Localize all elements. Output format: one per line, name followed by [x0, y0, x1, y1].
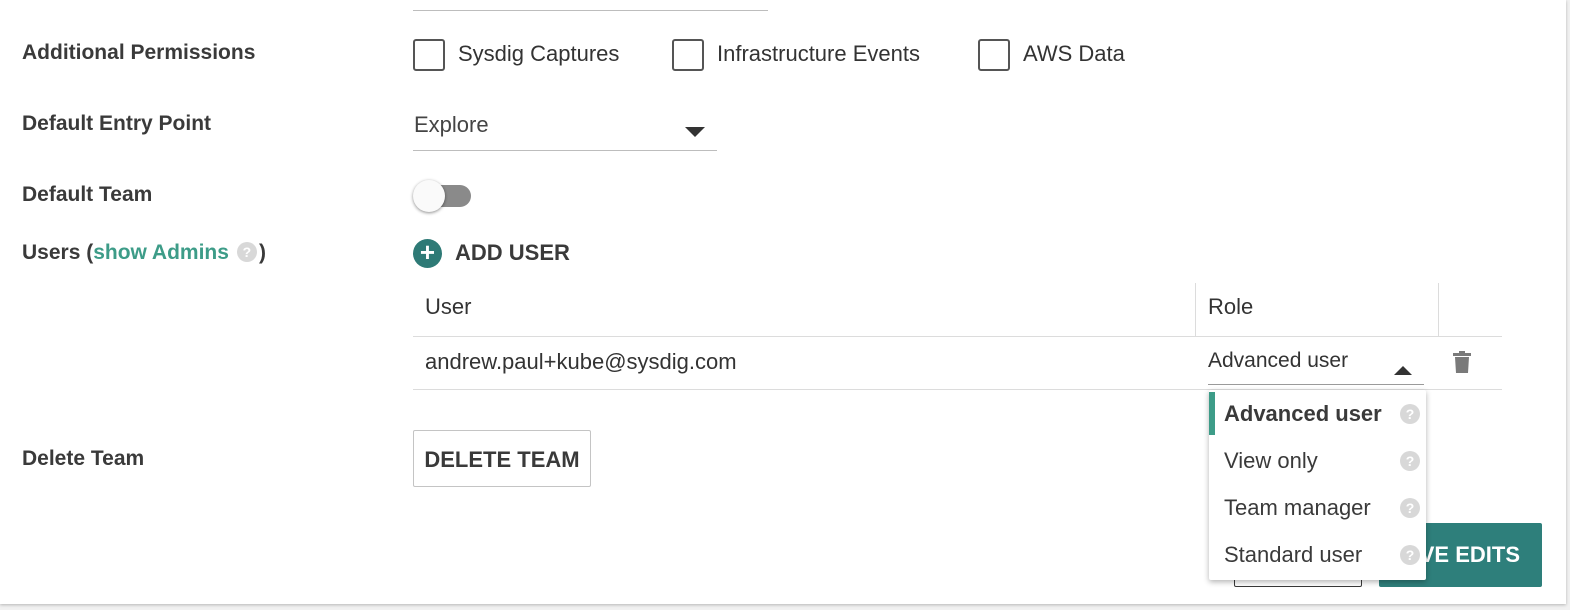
help-icon[interactable]: ?: [1400, 404, 1420, 424]
table-row: andrew.paul+kube@sysdig.com Advanced use…: [413, 337, 1502, 390]
entry-point-select[interactable]: Explore: [413, 105, 717, 151]
role-option-advanced-user[interactable]: Advanced user ?: [1209, 390, 1426, 437]
users-label: Users (show Admins?): [22, 241, 266, 265]
default-team-toggle[interactable]: [413, 180, 473, 212]
delete-team-button[interactable]: DELETE TEAM: [413, 430, 591, 487]
entry-point-value: Explore: [414, 112, 489, 137]
users-label-suffix: ): [258, 241, 266, 264]
user-email: andrew.paul+kube@sysdig.com: [425, 349, 737, 374]
role-column-header: Role: [1208, 294, 1254, 319]
column-divider: [1195, 283, 1196, 336]
plus-circle-icon: +: [413, 238, 442, 268]
help-icon[interactable]: ?: [236, 241, 257, 262]
role-option-label: View only: [1224, 447, 1318, 473]
infrastructure-events-checkbox[interactable]: [672, 39, 704, 71]
role-dropdown-menu: Advanced user ? View only ? Team manager…: [1209, 390, 1426, 580]
role-option-team-manager[interactable]: Team manager ?: [1209, 484, 1426, 531]
users-table-header: User Role: [413, 283, 1502, 337]
role-select-value: Advanced user: [1208, 349, 1349, 372]
help-icon[interactable]: ?: [1400, 545, 1420, 565]
sysdig-captures-label[interactable]: Sysdig Captures: [458, 41, 619, 67]
delete-team-label: Delete Team: [22, 447, 145, 470]
default-team-label: Default Team: [22, 183, 153, 206]
aws-data-label[interactable]: AWS Data: [1023, 41, 1125, 67]
users-label-prefix: Users (: [22, 241, 94, 264]
default-entry-point-label: Default Entry Point: [22, 112, 212, 135]
chevron-up-icon: [1394, 366, 1412, 375]
aws-data-checkbox[interactable]: [978, 39, 1010, 71]
column-divider: [1438, 283, 1439, 336]
show-admins-link[interactable]: show Admins: [93, 241, 229, 264]
toggle-thumb: [413, 180, 445, 212]
infrastructure-events-label[interactable]: Infrastructure Events: [717, 41, 920, 67]
sysdig-captures-checkbox[interactable]: [413, 39, 445, 71]
role-option-view-only[interactable]: View only ?: [1209, 437, 1426, 484]
add-user-button[interactable]: + ADD USER: [413, 238, 570, 268]
chevron-down-icon: [685, 127, 705, 137]
previous-field-underline: [413, 10, 768, 11]
add-user-label: ADD USER: [455, 240, 570, 265]
role-select[interactable]: Advanced user: [1208, 337, 1424, 385]
help-icon[interactable]: ?: [1400, 498, 1420, 518]
role-option-label: Standard user: [1224, 541, 1363, 567]
team-settings-panel: Additional Permissions Sysdig Captures I…: [0, 0, 1566, 604]
user-column-header: User: [425, 294, 472, 319]
role-option-standard-user[interactable]: Standard user ?: [1209, 531, 1426, 578]
role-option-label: Advanced user: [1224, 400, 1382, 426]
help-icon[interactable]: ?: [1400, 451, 1420, 471]
additional-permissions-label: Additional Permissions: [22, 41, 256, 64]
role-option-label: Team manager: [1224, 494, 1371, 520]
trash-icon[interactable]: [1453, 351, 1471, 373]
